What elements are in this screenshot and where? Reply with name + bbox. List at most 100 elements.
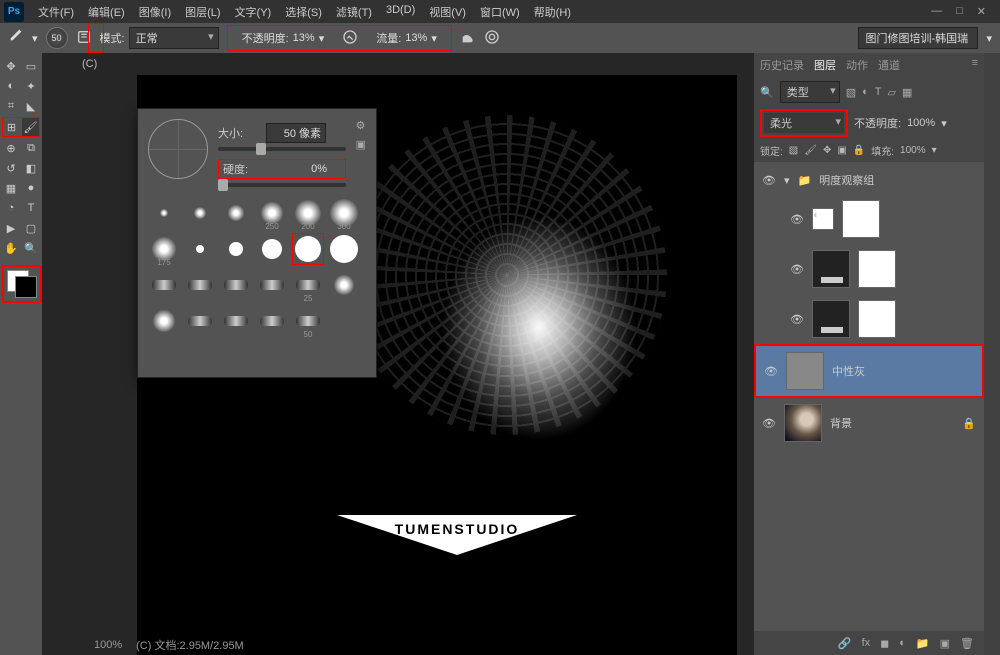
brush-preset[interactable]: 200 [292, 197, 324, 229]
brush-preset[interactable] [148, 269, 180, 301]
menu-file[interactable]: 文件(F) [32, 1, 80, 23]
layer-thumbnail[interactable] [812, 300, 850, 338]
frame-tool[interactable]: ⊞ [3, 118, 20, 136]
brush-preset[interactable] [328, 269, 360, 301]
panel-menu-icon[interactable]: ≡ [972, 57, 978, 73]
brush-preset[interactable] [256, 233, 288, 265]
trash-icon[interactable]: 🗑 [960, 637, 974, 650]
chevron-down-icon[interactable]: ▾ [941, 117, 947, 130]
minimize-button[interactable]: — [931, 5, 942, 18]
blend-mode-select[interactable]: 柔光 [764, 113, 844, 133]
layer-row-selected[interactable]: 👁 中性灰 [754, 344, 984, 398]
brush-preset[interactable] [220, 305, 252, 337]
link-layers-icon[interactable]: 🔗 [838, 637, 852, 650]
visibility-toggle[interactable]: 👁 [762, 174, 776, 187]
layer-row[interactable]: 👁 [754, 244, 984, 294]
brush-preset[interactable] [184, 305, 216, 337]
lock-all-icon[interactable]: 🔒 [853, 145, 865, 156]
brush-preset[interactable] [184, 269, 216, 301]
healing-tool[interactable]: ⊕ [2, 139, 20, 157]
lock-transparent-icon[interactable]: ▧ [789, 145, 798, 156]
gear-icon[interactable]: ⚙ [356, 119, 366, 132]
dodge-tool[interactable]: ◔ [2, 199, 20, 217]
chevron-down-icon[interactable]: ▾ [319, 32, 325, 45]
layer-row[interactable]: 👁 [754, 294, 984, 344]
visibility-toggle[interactable]: 👁 [764, 365, 778, 378]
filter-type-select[interactable]: 类型 [780, 81, 840, 103]
visibility-toggle[interactable]: 👁 [762, 417, 776, 430]
menu-edit[interactable]: 编辑(E) [82, 1, 131, 23]
document-tab[interactable]: (C) [42, 53, 754, 75]
group-icon[interactable]: 📁 [916, 637, 930, 650]
shape-tool[interactable]: ▢ [22, 219, 40, 237]
menu-view[interactable]: 视图(V) [423, 1, 472, 23]
layer-row[interactable]: 👁 背景 🔒 [754, 398, 984, 448]
crop-tool[interactable]: ⌗ [2, 97, 20, 115]
mode-select[interactable]: 正常 [129, 27, 219, 49]
brush-preset[interactable] [184, 233, 216, 265]
lock-image-icon[interactable]: 🖌 [804, 145, 817, 156]
brush-preset[interactable] [220, 269, 252, 301]
layer-row[interactable]: 👁 ◐ [754, 194, 984, 244]
document-name-field[interactable]: 图门修图培训-韩国瑞 [858, 27, 978, 49]
brush-preset[interactable] [148, 305, 180, 337]
tab-history[interactable]: 历史记录 [760, 57, 804, 73]
fx-icon[interactable]: fx [862, 637, 871, 649]
brush-preset[interactable] [184, 197, 216, 229]
layer-thumbnail[interactable] [786, 352, 824, 390]
eraser-tool[interactable]: ◧ [22, 159, 40, 177]
brush-preset[interactable]: 300 [328, 197, 360, 229]
doc-info[interactable]: (C) 文档:2.95M/2.95M [136, 637, 244, 653]
lock-artboard-icon[interactable]: ▣ [837, 145, 846, 156]
menu-filter[interactable]: 滤镜(T) [330, 1, 378, 23]
brush-preview[interactable]: 50 [46, 27, 68, 49]
tab-layers[interactable]: 图层 [814, 57, 836, 73]
path-tool[interactable]: ▶ [2, 219, 20, 237]
opacity-value[interactable]: 13% [293, 32, 315, 44]
menu-type[interactable]: 文字(Y) [229, 1, 278, 23]
lock-position-icon[interactable]: ✥ [823, 145, 831, 156]
layer-mask-thumbnail[interactable] [858, 300, 896, 338]
zoom-level[interactable]: 100% [94, 639, 122, 651]
brush-preset[interactable]: 25 [292, 269, 324, 301]
hand-tool[interactable]: ✋ [2, 239, 20, 257]
type-filter-icon[interactable]: T [875, 86, 882, 99]
history-brush-tool[interactable]: ↺ [2, 159, 20, 177]
brush-preset[interactable] [256, 269, 288, 301]
brush-preset[interactable]: 250 [256, 197, 288, 229]
layer-opacity-value[interactable]: 100% [907, 117, 935, 129]
brush-preset[interactable]: 175 [148, 233, 180, 265]
layer-mask-thumbnail[interactable] [858, 250, 896, 288]
visibility-toggle[interactable]: 👁 [790, 313, 804, 326]
type-tool[interactable]: T [22, 199, 40, 217]
brush-preset[interactable] [148, 197, 180, 229]
smart-filter-icon[interactable]: ▦ [902, 86, 912, 99]
clone-tool[interactable]: ⧉ [22, 139, 40, 157]
layer-name[interactable]: 背景 [830, 415, 852, 431]
menu-window[interactable]: 窗口(W) [474, 1, 526, 23]
color-swatches[interactable] [2, 265, 42, 303]
pressure-opacity-icon[interactable] [342, 29, 358, 48]
wand-tool[interactable]: ✦ [22, 77, 40, 95]
brush-tool[interactable]: 🖌 [22, 118, 39, 136]
gradient-tool[interactable]: ▦ [2, 179, 20, 197]
brush-preview-ring[interactable] [148, 119, 208, 179]
pixel-filter-icon[interactable]: ▧ [846, 86, 856, 99]
hardness-input[interactable]: 0% [271, 162, 331, 176]
adjustment-icon[interactable]: ◐ [899, 637, 906, 649]
chevron-down-icon[interactable]: ▾ [32, 32, 38, 45]
tab-channels[interactable]: 通道 [878, 57, 900, 73]
layer-group[interactable]: 👁 ▾ 📁 明度观察组 [754, 166, 984, 194]
size-slider[interactable] [218, 147, 346, 151]
shape-filter-icon[interactable]: ▱ [888, 86, 896, 99]
flow-value[interactable]: 13% [405, 32, 427, 44]
chevron-down-icon[interactable]: ▾ [986, 32, 992, 45]
brush-preset[interactable]: 50 [292, 305, 324, 337]
layer-name[interactable]: 明度观察组 [819, 172, 874, 188]
background-color[interactable] [15, 276, 37, 298]
menu-image[interactable]: 图像(I) [133, 1, 177, 23]
fill-value[interactable]: 100% [900, 145, 926, 156]
brush-preset-selected[interactable] [292, 233, 324, 265]
zoom-tool[interactable]: 🔍 [22, 239, 40, 257]
chevron-down-icon[interactable]: ▾ [932, 145, 937, 156]
